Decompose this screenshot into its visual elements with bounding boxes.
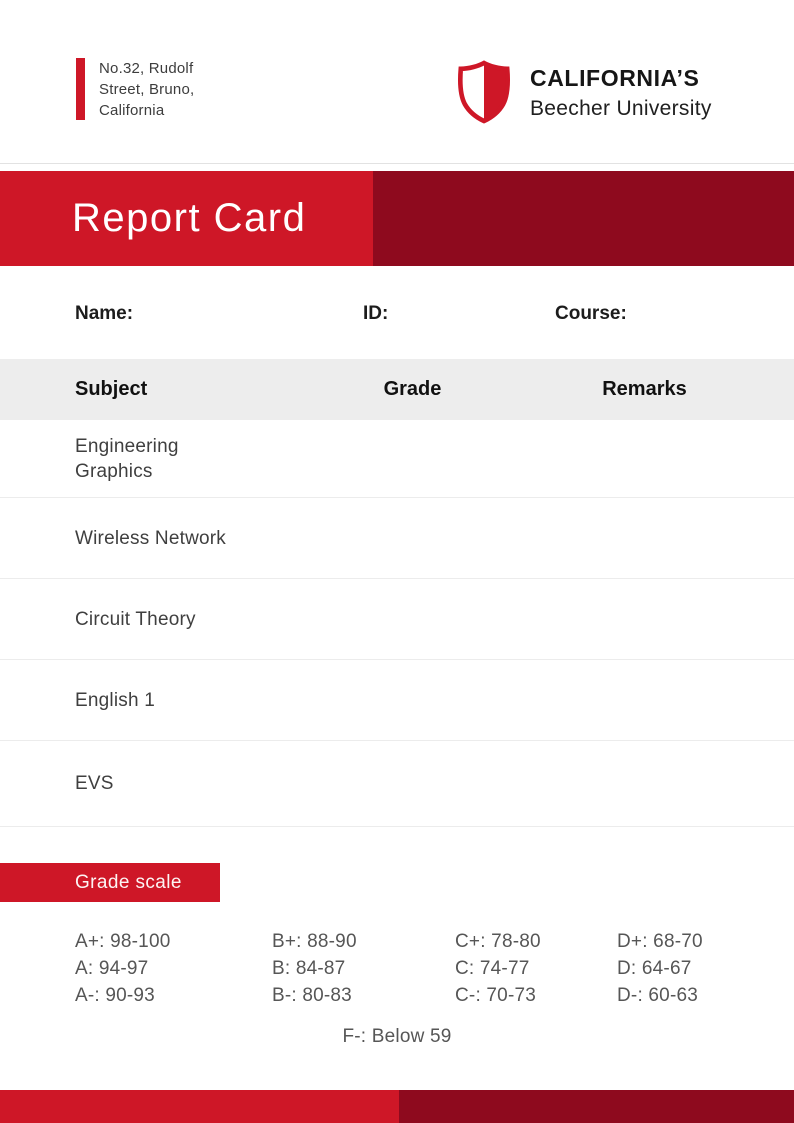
table-header-row: Subject Grade Remarks	[0, 359, 794, 420]
grade-scale-entry: A: 94-97	[75, 958, 149, 979]
name-label: Name:	[75, 303, 134, 324]
page-title: Report Card	[72, 196, 307, 240]
grade-scale-column-d: D+: 68-70 D: 64-67 D-: 60-63	[617, 928, 703, 1009]
table-row: Circuit Theory	[0, 579, 794, 660]
address-accent-bar	[76, 58, 85, 120]
name-field-blank[interactable]	[133, 303, 253, 327]
grade-scale-entry: B: 84-87	[272, 958, 346, 979]
grade-scale-column-b: B+: 88-90 B: 84-87 B-: 80-83	[272, 928, 357, 1009]
student-fields-row: Name: ID: Course:	[0, 303, 794, 329]
subject-cell: EVS	[75, 773, 114, 794]
grade-scale-entry: C-: 70-73	[455, 985, 537, 1006]
grade-scale-entry: D: 64-67	[617, 958, 692, 979]
banner-accent-left: Report Card	[0, 171, 373, 266]
footer-accent-left	[0, 1090, 399, 1123]
column-header-subject: Subject	[75, 378, 148, 400]
table-row: English 1	[0, 660, 794, 741]
address-line: No.32, Rudolf	[99, 60, 194, 77]
grade-scale-entry: B-: 80-83	[272, 985, 352, 1006]
column-header-grade: Grade	[383, 378, 442, 400]
grade-scale-column-a: A+: 98-100 A: 94-97 A-: 90-93	[75, 928, 171, 1009]
university-name: CALIFORNIA’S	[530, 65, 700, 91]
name-field: Name:	[75, 303, 253, 327]
id-label: ID:	[363, 303, 389, 324]
grade-scale-footer: F-: Below 59	[342, 1026, 452, 1047]
grade-scale-column-c: C+: 78-80 C: 74-77 C-: 70-73	[455, 928, 541, 1009]
university-logo-text: CALIFORNIA’S Beecher University	[530, 59, 712, 121]
header-divider	[0, 163, 794, 164]
footer-accent-dark	[399, 1090, 794, 1123]
banner-accent-dark	[373, 171, 794, 266]
id-field-blank[interactable]	[388, 303, 508, 327]
course-label: Course:	[555, 303, 627, 324]
subject-cell: Engineering Graphics	[75, 435, 179, 482]
grade-scale-entry: A-: 90-93	[75, 985, 155, 1006]
table-row: Wireless Network	[0, 498, 794, 579]
footer-bar	[0, 1090, 794, 1123]
address-line: Street, Bruno,	[99, 81, 195, 98]
subject-cell: Circuit Theory	[75, 608, 196, 630]
grades-table: Subject Grade Remarks Engineering Graphi…	[0, 359, 794, 827]
table-row: EVS	[0, 741, 794, 827]
course-field: Course:	[555, 303, 747, 327]
grade-scale-entry: B+: 88-90	[272, 931, 357, 952]
university-logo: CALIFORNIA’S Beecher University	[455, 59, 712, 125]
address-block: No.32, Rudolf Street, Bruno, California	[76, 58, 194, 121]
table-row: Engineering Graphics	[0, 420, 794, 498]
address-line: California	[99, 102, 165, 119]
grade-scale-title-bar: Grade scale	[0, 863, 220, 902]
course-field-blank[interactable]	[627, 303, 747, 327]
grade-scale-entry: A+: 98-100	[75, 931, 171, 952]
id-field: ID:	[363, 303, 508, 327]
address-text: No.32, Rudolf Street, Bruno, California	[99, 58, 194, 121]
subject-cell: Wireless Network	[75, 527, 226, 549]
grade-scale-entry: C: 74-77	[455, 958, 530, 979]
grade-scale-title: Grade scale	[75, 871, 182, 893]
grade-scale-entry: D+: 68-70	[617, 931, 703, 952]
report-card-banner: Report Card	[0, 171, 794, 266]
grade-scale-entry: D-: 60-63	[617, 985, 699, 1006]
grade-scale-entry: C+: 78-80	[455, 931, 541, 952]
column-header-remarks: Remarks	[602, 378, 687, 400]
shield-icon	[455, 59, 513, 125]
university-subtitle: Beecher University	[530, 97, 712, 120]
subject-cell: English 1	[75, 689, 155, 711]
